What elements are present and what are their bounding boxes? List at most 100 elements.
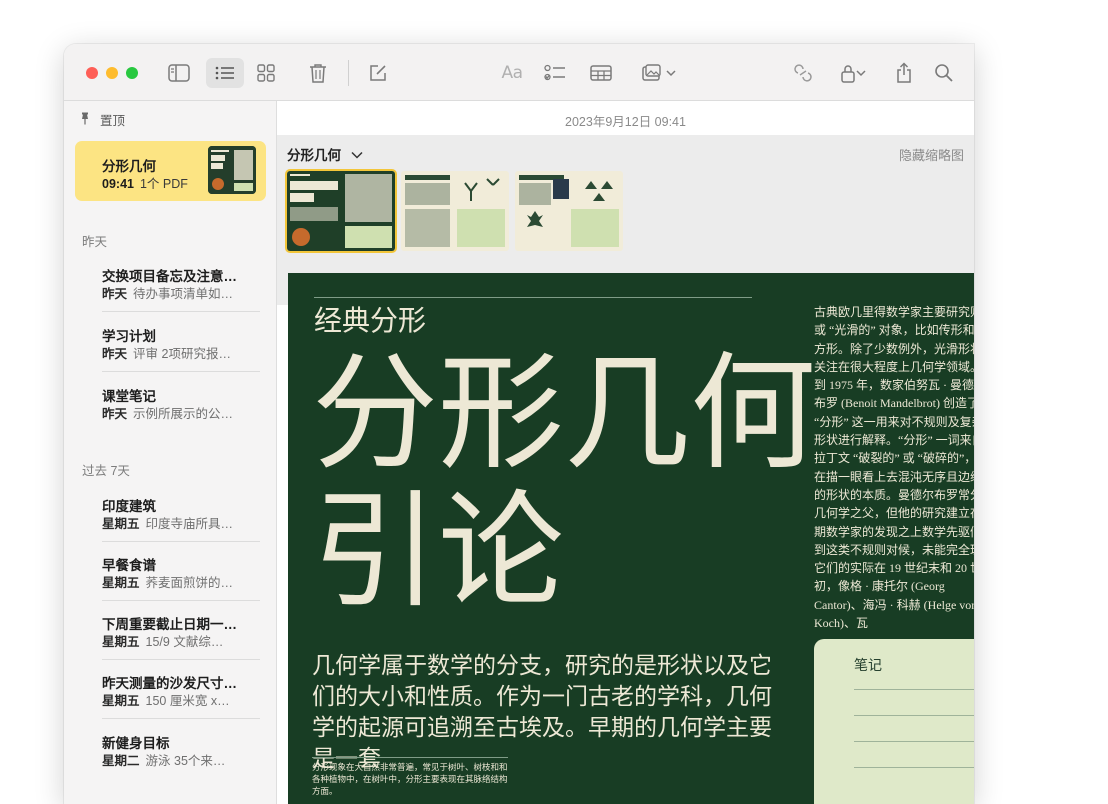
search-button[interactable] (925, 58, 963, 88)
notes-list-sidebar: 置顶 分形几何 09:41 1个 PDF 昨天 交换项目备忘及注意… 昨天 待办事项… (64, 101, 277, 804)
note-day: 昨天 (102, 347, 128, 361)
media-button[interactable] (635, 58, 683, 88)
note-item[interactable]: 印度建筑 星期五 印度寺庙所具… (102, 486, 262, 542)
note-meta: 星期五 15/9 文献综… (102, 631, 223, 650)
section-header: 昨天 (82, 235, 108, 249)
section-header: 过去 7天 (82, 464, 130, 478)
gallery-view-icon (257, 64, 275, 82)
pdf-page-thumbnail-2[interactable] (401, 171, 509, 251)
notes-window: Aa 置顶 分形几何 09:41 1个 PDF 昨天 交换项目备忘及注意… 昨天… (64, 44, 974, 804)
pdf-page-thumbnail-1[interactable] (287, 171, 395, 251)
note-thumbnail (208, 146, 256, 194)
checklist-button[interactable] (536, 58, 574, 88)
note-item[interactable]: 课堂笔记 昨天 示例所展示的公… (102, 376, 262, 432)
note-preview: 1个 PDF (139, 177, 188, 191)
note-title: 学习计划 (102, 329, 156, 344)
compose-button[interactable] (359, 58, 397, 88)
note-editor[interactable]: 2023年9月12日 09:41 分形几何 隐藏缩略图 经典分形 分形几何 引论… (277, 101, 974, 804)
notes-box: 笔记 (814, 639, 974, 804)
notes-line (854, 689, 974, 690)
note-item-selected[interactable]: 分形几何 09:41 1个 PDF (75, 141, 266, 201)
lock-icon (840, 63, 856, 83)
divider (102, 371, 260, 372)
page-column-text: 古典欧几里得数学家主要研究则的或 “光滑的” 对象，比如传形和正方形。除了少数例… (814, 305, 974, 631)
page-caption: 分形现象在大自然非常普遍，常见于树叶、树枝和和各种植物中，在树叶中，分形主要表现… (312, 757, 508, 798)
list-view-icon (215, 65, 235, 81)
lock-button[interactable] (830, 58, 876, 88)
media-icon (642, 64, 666, 82)
pin-icon (80, 112, 90, 128)
note-item[interactable]: 昨天测量的沙发尺寸… 星期五 150 厘米宽 x… (102, 663, 262, 719)
chevron-down-icon (666, 69, 676, 77)
search-icon (934, 63, 954, 83)
list-view-button[interactable] (206, 58, 244, 88)
note-date: 2023年9月12日 09:41 (565, 115, 686, 129)
note-item[interactable]: 下周重要截止日期一… 星期五 15/9 文献综… (102, 604, 262, 660)
notes-line (854, 767, 974, 768)
note-item[interactable]: 新健身目标 星期二 游泳 35个来… (102, 723, 262, 779)
hide-thumbnails-button[interactable]: 隐藏缩略图 (899, 145, 964, 164)
pdf-page: 经典分形 分形几何 引论 几何学属于数学的分支，研究的是形状以及它们的大小和性质… (288, 273, 974, 804)
note-day: 星期二 (102, 754, 140, 768)
notes-line (854, 741, 974, 742)
collaborate-button[interactable] (784, 58, 822, 88)
note-meta: 09:41 1个 PDF (102, 173, 188, 192)
note-preview: 示例所展示的公… (133, 407, 234, 421)
note-preview: 150 厘米宽 x… (145, 694, 230, 708)
divider (102, 311, 260, 312)
note-day: 星期五 (102, 635, 140, 649)
header-rule (314, 297, 752, 298)
note-preview: 15/9 文献综… (145, 635, 224, 649)
collaborate-icon (792, 63, 814, 83)
page-title: 分形几何 引论 (312, 345, 816, 621)
close-window-button[interactable] (86, 67, 98, 79)
table-icon (590, 64, 612, 82)
note-preview: 待办事项清单如… (133, 287, 234, 301)
note-meta: 星期五 印度寺庙所具… (102, 513, 233, 532)
notes-box-title: 笔记 (854, 657, 882, 673)
share-button[interactable] (885, 58, 923, 88)
page-title-line: 分形几何 (312, 340, 816, 487)
note-preview: 荞麦面煎饼的… (145, 576, 234, 590)
divider (102, 600, 260, 601)
gallery-view-button[interactable] (247, 58, 285, 88)
note-title: 交换项目备忘及注意… (102, 269, 237, 284)
checklist-icon (544, 64, 566, 82)
note-meta: 昨天 示例所展示的公… (102, 403, 233, 422)
sidebar-toggle-button[interactable] (160, 58, 198, 88)
note-item[interactable]: 学习计划 昨天 评审 2项研究报… (102, 316, 262, 372)
share-icon (895, 62, 913, 84)
note-meta: 星期二 游泳 35个来… (102, 750, 225, 769)
table-button[interactable] (582, 58, 620, 88)
format-text-icon: Aa (501, 63, 523, 83)
delete-button[interactable] (299, 58, 337, 88)
pdf-name: 分形几何 (287, 148, 341, 163)
note-meta: 星期五 荞麦面煎饼的… (102, 572, 233, 591)
format-button[interactable]: Aa (493, 58, 531, 88)
pdf-page-thumbnail-3[interactable] (515, 171, 623, 251)
note-day: 星期五 (102, 694, 140, 708)
chevron-down-icon (351, 147, 363, 162)
note-day: 星期五 (102, 517, 140, 531)
note-title: 下周重要截止日期一… (102, 617, 237, 632)
note-title: 印度建筑 (102, 499, 156, 514)
zoom-window-button[interactable] (126, 67, 138, 79)
sidebar-toggle-icon (168, 64, 190, 82)
note-day: 昨天 (102, 287, 128, 301)
page-kicker: 经典分形 (314, 304, 427, 337)
note-item[interactable]: 早餐食谱 星期五 荞麦面煎饼的… (102, 545, 262, 601)
minimize-window-button[interactable] (106, 67, 118, 79)
note-meta: 昨天 评审 2项研究报… (102, 343, 231, 362)
pdf-name-dropdown[interactable]: 分形几何 (287, 144, 363, 164)
divider (102, 541, 260, 542)
pinned-section-header: 置顶 (80, 110, 125, 129)
toolbar-divider (348, 60, 349, 86)
toolbar: Aa (64, 44, 974, 101)
note-time: 09:41 (102, 177, 134, 191)
note-title: 课堂笔记 (102, 389, 156, 404)
notes-line (854, 715, 974, 716)
divider (102, 718, 260, 719)
page-title-line: 引论 (312, 478, 564, 625)
note-item[interactable]: 交换项目备忘及注意… 昨天 待办事项清单如… (102, 256, 262, 312)
note-title: 分形几何 (102, 159, 156, 174)
